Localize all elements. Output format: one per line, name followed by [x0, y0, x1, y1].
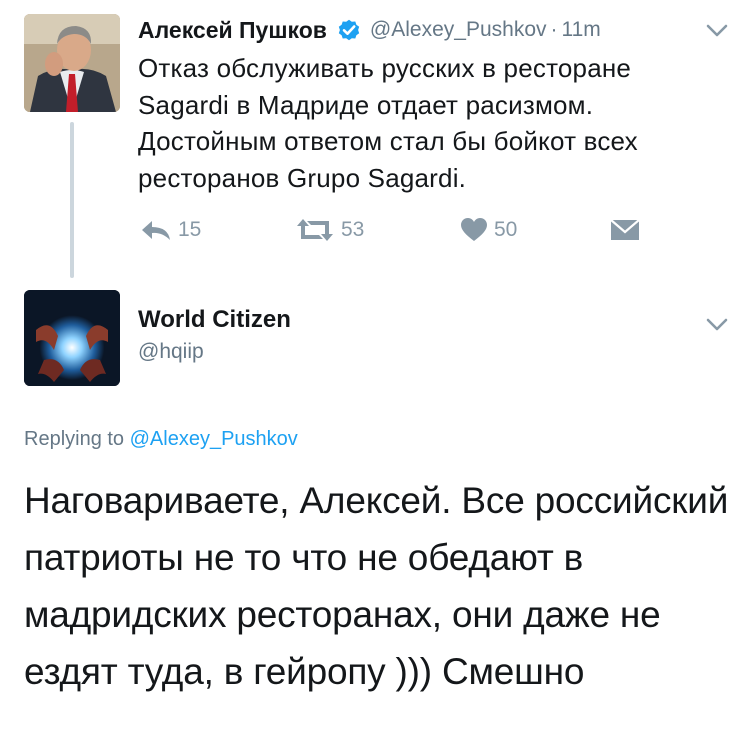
- avatar-photo: [24, 290, 120, 386]
- replying-to-label: Replying to: [24, 428, 125, 450]
- direct-message-button[interactable]: [610, 212, 646, 248]
- heart-icon: [461, 218, 487, 241]
- retweet-icon: [297, 219, 333, 241]
- chevron-down-icon[interactable]: [706, 24, 728, 38]
- thread-connector-line: [70, 122, 74, 278]
- avatar-photo: [24, 14, 120, 112]
- tweet1-text: Отказ обслуживать русских в ресторане Sa…: [138, 53, 638, 193]
- tweet1-header: Алексей Пушков @Alexey_Pushkov · 11m: [138, 10, 601, 50]
- like-button[interactable]: 50: [460, 212, 517, 248]
- tweet2-text: Наговариваете, Алексей. Все российский п…: [24, 480, 729, 692]
- retweet-count: 53: [341, 218, 365, 241]
- chevron-down-icon[interactable]: [706, 318, 728, 332]
- tweet2-author-name[interactable]: World Citizen: [138, 306, 291, 334]
- tweet1-author-name[interactable]: Алексей Пушков: [138, 17, 327, 44]
- tweet2-handle[interactable]: @hqiip: [138, 340, 204, 364]
- tweet1-handle[interactable]: @Alexey_Pushkov: [370, 18, 547, 42]
- reply-count: 15: [178, 218, 202, 241]
- like-count: 50: [494, 218, 518, 241]
- envelope-icon: [610, 219, 640, 240]
- tweet1-timestamp[interactable]: 11m: [562, 18, 601, 42]
- retweet-button[interactable]: 53: [295, 212, 364, 248]
- tweet1-separator: ·: [550, 18, 558, 41]
- reply-button[interactable]: 15: [140, 212, 201, 248]
- avatar-alexey-pushkov[interactable]: [24, 14, 120, 112]
- tweet1-action-bar: 15 53 50: [140, 212, 660, 248]
- verified-badge-icon: [338, 19, 360, 41]
- avatar-world-citizen[interactable]: [24, 290, 120, 386]
- reply-arrow-icon: [142, 221, 170, 240]
- replying-to-handle-link[interactable]: @Alexey_Pushkov: [130, 428, 298, 450]
- replying-to-line: Replying to @Alexey_Pushkov: [24, 428, 298, 451]
